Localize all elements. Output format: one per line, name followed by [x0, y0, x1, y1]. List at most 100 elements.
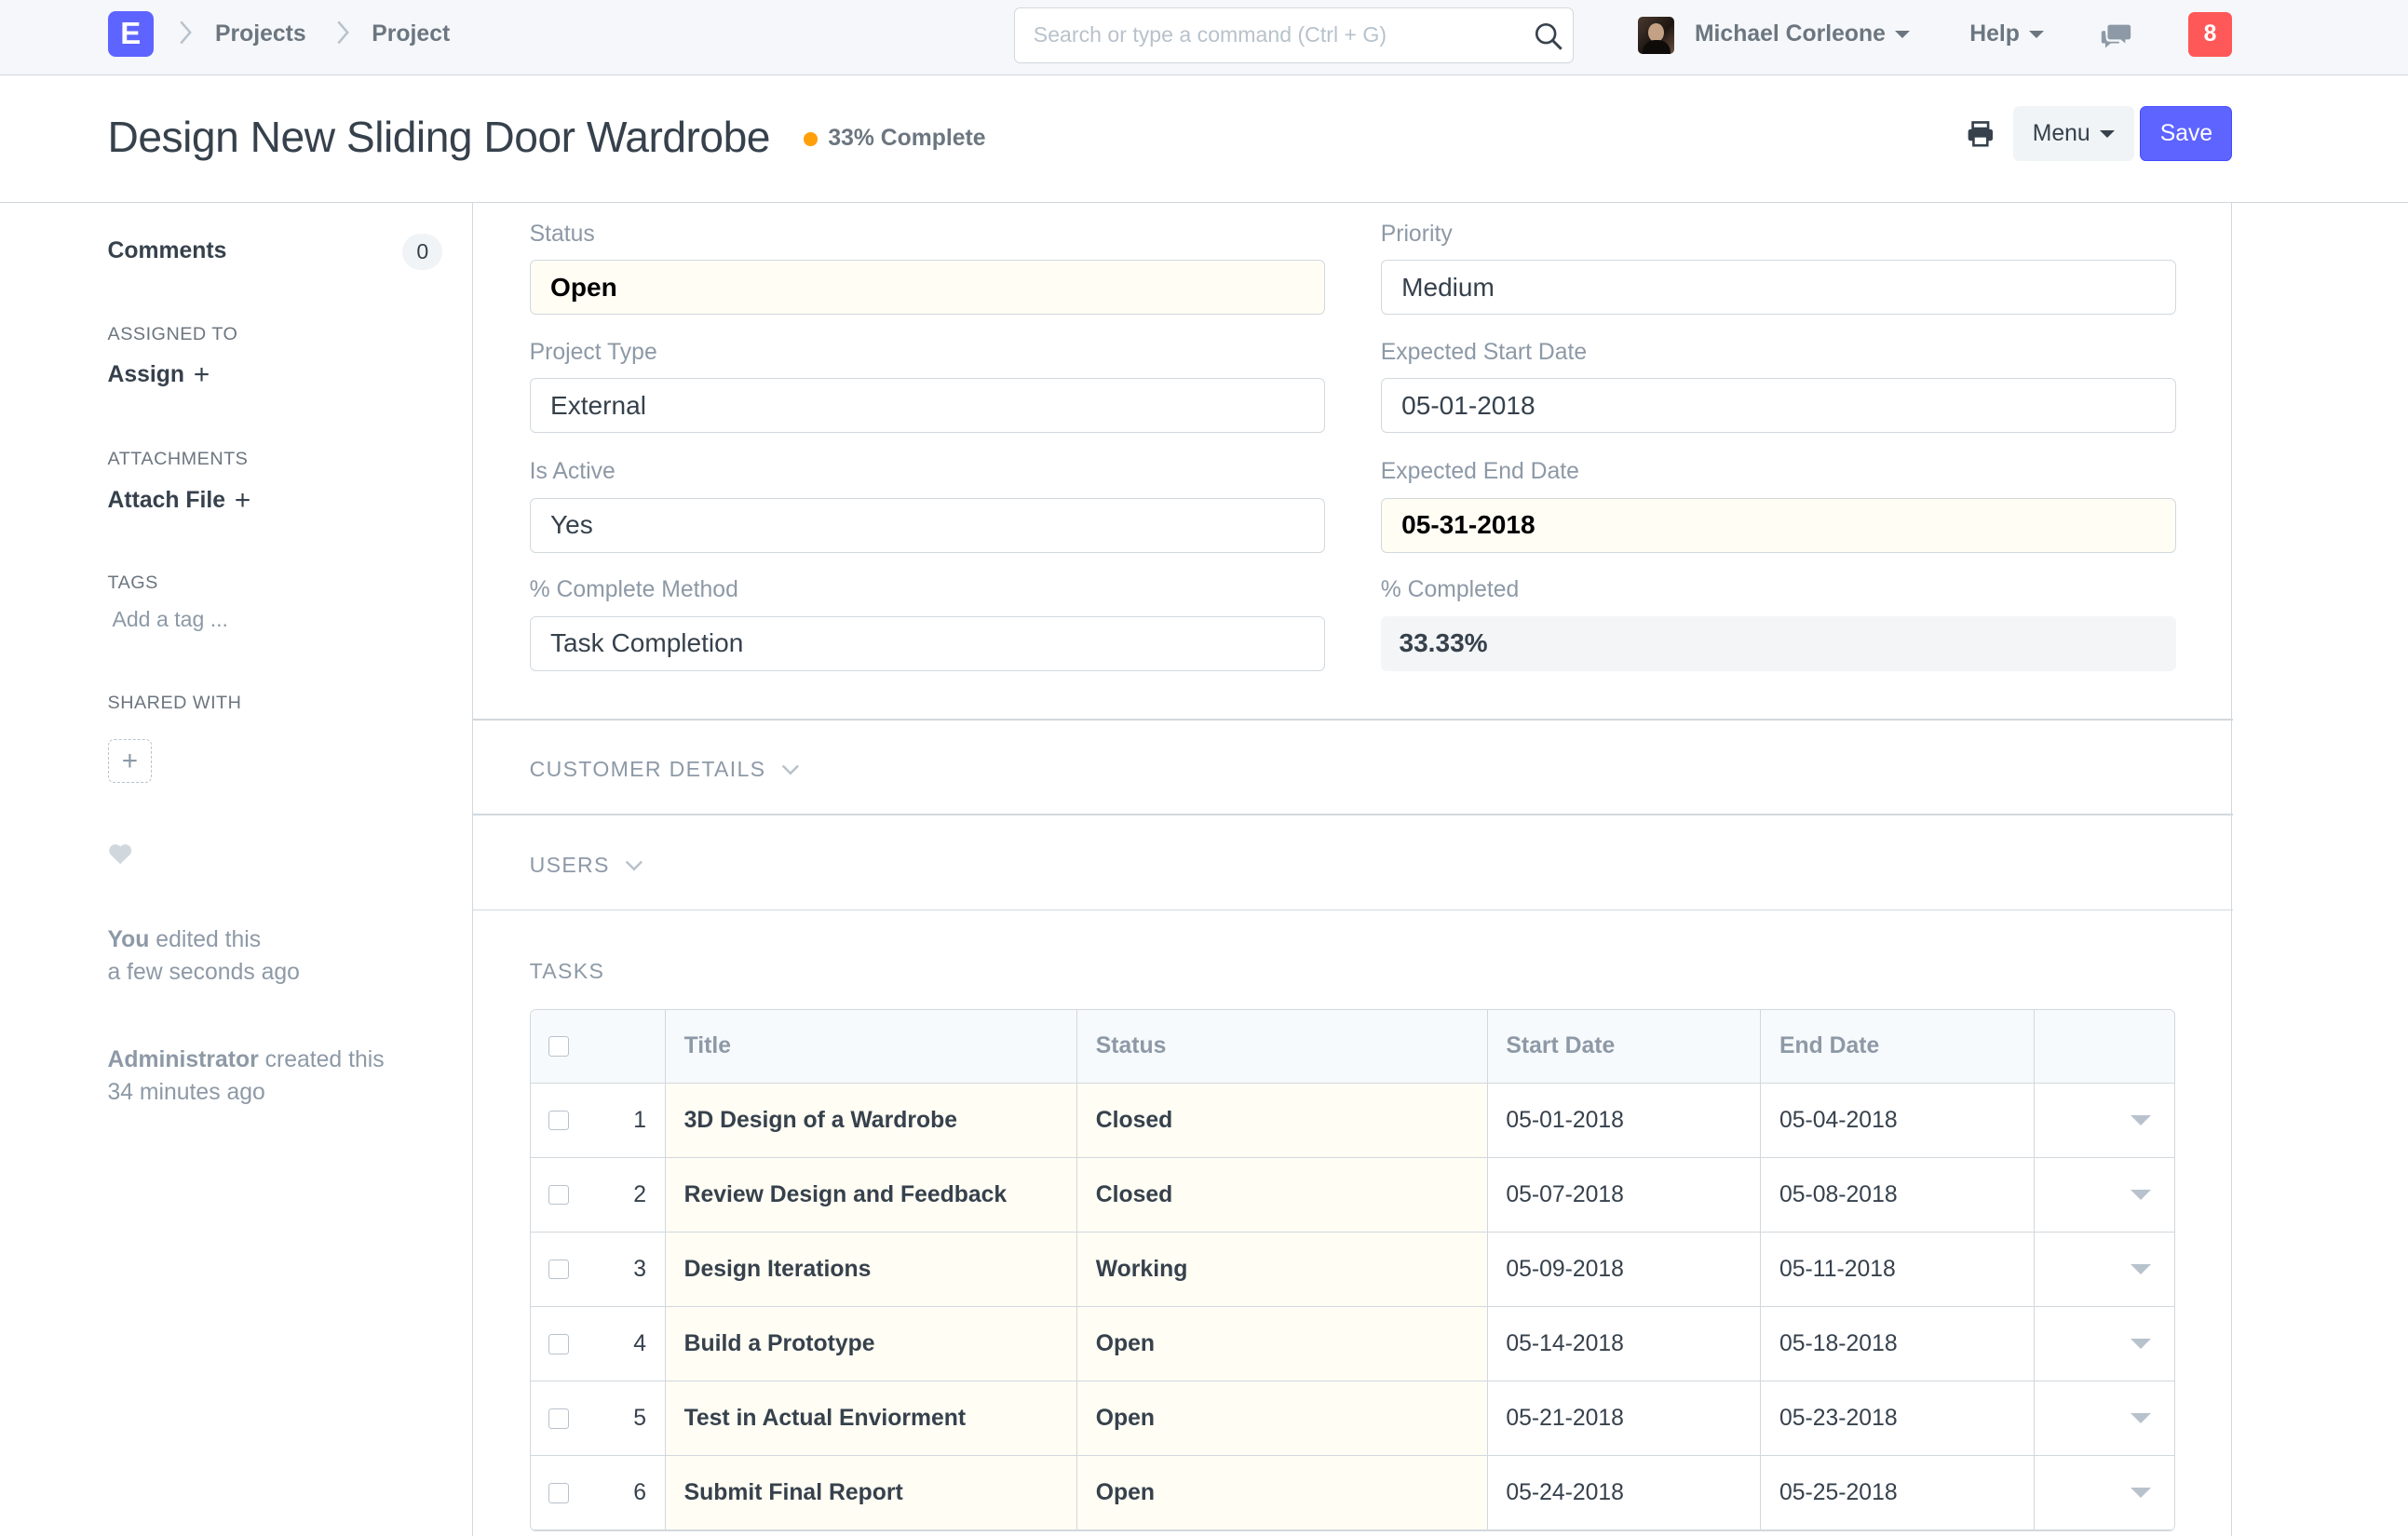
task-title-cell[interactable]: Build a Prototype	[665, 1307, 1077, 1381]
task-end-date-cell[interactable]: 05-08-2018	[1761, 1158, 2035, 1233]
activity-item: You edited this a few seconds ago	[108, 924, 300, 989]
row-checkbox[interactable]	[548, 1483, 569, 1503]
navbar: E Projects Project Michael Corleone Help…	[0, 0, 2408, 75]
add-share-button[interactable]: +	[107, 738, 153, 784]
is-active-select[interactable]: Yes	[529, 497, 1326, 553]
task-title-cell[interactable]: Test in Actual Enviorment	[665, 1381, 1077, 1456]
task-start-date-cell[interactable]: 05-14-2018	[1488, 1307, 1762, 1381]
activity-user[interactable]: Administrator	[108, 1047, 259, 1072]
row-actions-cell	[2035, 1381, 2173, 1455]
user-menu[interactable]: Michael Corleone	[1695, 21, 1910, 47]
task-end-date-cell[interactable]: 05-23-2018	[1761, 1381, 2035, 1456]
table-header-row: Title Status Start Date End Date	[530, 1010, 2174, 1085]
section-divider	[472, 909, 2234, 911]
expected-start-date-field[interactable]: 05-01-2018	[1380, 377, 2177, 434]
row-index: 5	[633, 1405, 646, 1431]
task-title-cell[interactable]: Review Design and Feedback	[665, 1158, 1077, 1233]
app-logo[interactable]: E	[107, 10, 154, 58]
section-divider	[472, 814, 2234, 816]
row-expand-caret-icon[interactable]	[2130, 1413, 2151, 1423]
task-status-cell[interactable]: Closed	[1076, 1158, 1488, 1233]
expected-start-date-label: Expected Start Date	[1380, 339, 1588, 365]
table-row[interactable]: 3 Design Iterations Working 05-09-2018 0…	[530, 1233, 2174, 1308]
task-end-date-cell[interactable]: 05-18-2018	[1761, 1307, 2035, 1381]
row-checkbox[interactable]	[548, 1408, 569, 1429]
row-checkbox[interactable]	[548, 1111, 569, 1131]
table-row[interactable]: 2 Review Design and Feedback Closed 05-0…	[530, 1158, 2174, 1233]
percent-completed-value: 33.33%	[1380, 615, 2177, 672]
tasks-heading: TASKS	[529, 958, 605, 983]
help-menu[interactable]: Help	[1969, 21, 2044, 47]
task-start-date-cell[interactable]: 05-21-2018	[1488, 1381, 1762, 1456]
chevron-right-icon	[180, 20, 193, 44]
indicator-dot-icon	[803, 131, 818, 146]
avatar[interactable]	[1637, 17, 1675, 54]
attach-file-button[interactable]: Attach File +	[108, 487, 251, 515]
expected-end-date-field[interactable]: 05-31-2018	[1380, 497, 2177, 553]
caret-down-icon	[2099, 129, 2115, 138]
row-checkbox[interactable]	[548, 1185, 569, 1206]
menu-button[interactable]: Menu	[2012, 105, 2134, 162]
row-index: 6	[633, 1479, 646, 1505]
priority-select[interactable]: Medium	[1380, 259, 2177, 316]
activity-user[interactable]: You	[108, 927, 150, 952]
heart-icon[interactable]	[108, 843, 132, 865]
table-row[interactable]: 4 Build a Prototype Open 05-14-2018 05-1…	[530, 1307, 2174, 1382]
comments-link[interactable]: Comments	[108, 238, 227, 264]
customer-details-section-toggle[interactable]: CUSTOMER DETAILS	[530, 757, 800, 782]
task-start-date-cell[interactable]: 05-09-2018	[1488, 1233, 1762, 1307]
customer-details-heading: CUSTOMER DETAILS	[529, 757, 766, 782]
table-row[interactable]: 6 Submit Final Report Open 05-24-2018 05…	[530, 1456, 2174, 1531]
users-section-toggle[interactable]: USERS	[530, 853, 643, 878]
assign-button[interactable]: Assign +	[107, 360, 210, 389]
shared-with-label: SHARED WITH	[107, 693, 242, 714]
row-select-cell: 6	[531, 1456, 666, 1530]
task-title-cell[interactable]: Submit Final Report	[665, 1456, 1077, 1530]
task-title-cell[interactable]: Design Iterations	[665, 1233, 1077, 1307]
row-checkbox[interactable]	[548, 1334, 569, 1354]
row-checkbox[interactable]	[548, 1260, 569, 1280]
table-row[interactable]: 5 Test in Actual Enviorment Open 05-21-2…	[530, 1381, 2174, 1457]
task-status-cell[interactable]: Closed	[1076, 1084, 1488, 1158]
breadcrumb-project[interactable]: Project	[372, 21, 450, 47]
task-start-date-cell[interactable]: 05-24-2018	[1488, 1456, 1762, 1530]
activity-action: edited this	[149, 927, 262, 953]
task-status-cell[interactable]: Open	[1076, 1456, 1488, 1530]
complete-method-select[interactable]: Task Completion	[529, 615, 1326, 672]
task-end-date-cell[interactable]: 05-11-2018	[1761, 1233, 2035, 1307]
row-index: 3	[633, 1256, 646, 1282]
notification-badge[interactable]: 8	[2187, 12, 2233, 58]
search-input[interactable]	[1014, 7, 1574, 63]
expected-end-date-label: Expected End Date	[1380, 459, 1579, 485]
chat-icon[interactable]	[2101, 23, 2131, 51]
page-title: Design New Sliding Door Wardrobe	[107, 113, 771, 162]
column-header-end-date: End Date	[1761, 1010, 2035, 1084]
breadcrumb-projects[interactable]: Projects	[215, 21, 306, 47]
task-end-date-cell[interactable]: 05-25-2018	[1761, 1456, 2035, 1530]
task-status-cell[interactable]: Open	[1076, 1381, 1488, 1456]
task-status-cell[interactable]: Open	[1076, 1307, 1488, 1381]
status-select[interactable]: Open	[529, 259, 1326, 316]
select-all-checkbox[interactable]	[548, 1036, 569, 1057]
row-expand-caret-icon[interactable]	[2130, 1115, 2151, 1125]
add-tag-input[interactable]: Add a tag ...	[112, 607, 228, 632]
task-start-date-cell[interactable]: 05-01-2018	[1488, 1084, 1762, 1158]
assign-label: Assign	[107, 361, 185, 387]
task-start-date-cell[interactable]: 05-07-2018	[1488, 1158, 1762, 1233]
task-title-cell[interactable]: 3D Design of a Wardrobe	[665, 1084, 1077, 1158]
row-expand-caret-icon[interactable]	[2130, 1339, 2151, 1349]
chevron-down-icon	[781, 764, 799, 775]
print-icon[interactable]	[1967, 120, 1995, 148]
row-actions-cell	[2035, 1084, 2173, 1157]
table-row[interactable]: 1 3D Design of a Wardrobe Closed 05-01-2…	[530, 1084, 2174, 1159]
task-end-date-cell[interactable]: 05-04-2018	[1761, 1084, 2035, 1158]
row-expand-caret-icon[interactable]	[2130, 1488, 2151, 1498]
task-status-cell[interactable]: Working	[1076, 1233, 1488, 1307]
user-name: Michael Corleone	[1694, 21, 1886, 47]
save-button[interactable]: Save	[2140, 105, 2233, 162]
tags-label: TAGS	[107, 573, 158, 594]
row-expand-caret-icon[interactable]	[2130, 1190, 2151, 1200]
project-type-select[interactable]: External	[529, 377, 1326, 434]
row-expand-caret-icon[interactable]	[2130, 1264, 2151, 1274]
search-icon[interactable]	[1534, 21, 1564, 52]
